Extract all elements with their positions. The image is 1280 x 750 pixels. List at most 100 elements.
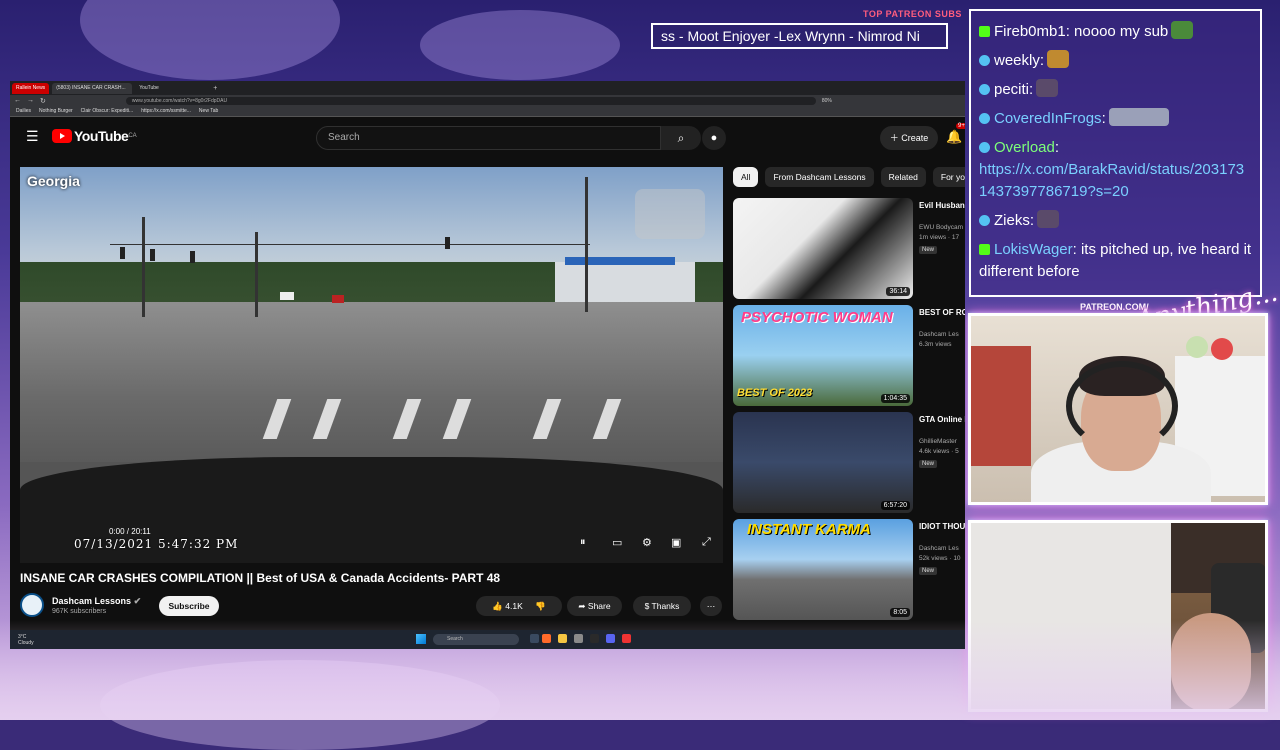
steam-icon[interactable]	[590, 634, 599, 643]
subscribe-button[interactable]: Subscribe	[159, 596, 219, 616]
create-button[interactable]: ＋ Create	[880, 126, 938, 150]
recommended-video[interactable]: PSYCHOTIC WOMAN BEST OF 2023 1:04:35 BES…	[733, 305, 965, 409]
chat-text: : noooo my sub	[1065, 23, 1169, 40]
video-title[interactable]: Evil Husband No Idea 911	[919, 200, 965, 211]
video-thumbnail[interactable]: INSTANT KARMA 8:05	[733, 519, 913, 620]
search-input[interactable]: Search	[316, 126, 661, 150]
taskbar-search[interactable]: Search	[433, 634, 519, 645]
badge-icon	[979, 142, 990, 153]
video-thumbnail[interactable]: 36:14	[733, 198, 913, 299]
pause-icon[interactable]: ⏸	[580, 536, 586, 549]
tab-pinned[interactable]: Rallein News	[12, 82, 50, 94]
microphone-icon[interactable]: ●	[702, 126, 726, 150]
new-tab-icon[interactable]: +	[213, 85, 217, 92]
zoom-level[interactable]: 80%	[822, 98, 832, 104]
bookmark-item[interactable]: Nothing Burger	[39, 108, 73, 114]
subscriber-count: 967K subscribers	[52, 607, 107, 615]
chat-username: peciti	[994, 81, 1030, 98]
channel-info: Dashcam Lessons ✔ 967K subscribers	[20, 593, 141, 617]
url-input[interactable]: www.youtube.com/watch?v=8g0r2FdpDAU	[125, 96, 816, 105]
thanks-icon: $	[644, 601, 650, 611]
traffic-light	[190, 251, 195, 263]
video-views: 6.3m views	[919, 341, 952, 348]
thumbnail-banner: PSYCHOTIC WOMAN	[741, 309, 893, 326]
discord-icon[interactable]	[606, 634, 615, 643]
bookmark-item[interactable]: New Tab	[199, 108, 218, 114]
tab-active[interactable]: (5803) INSANE CAR CRASH...	[52, 82, 133, 94]
video-player[interactable]: Georgia 07/13/2021 5:47:32 PM 0:00 / 20:…	[20, 167, 723, 563]
video-title[interactable]: GTA Online Resident Ev	[919, 414, 965, 425]
thanks-button[interactable]: $ Thanks	[633, 596, 691, 616]
patreon-subs-ticker: ss - Moot Enjoyer -Lex Wrynn - Nimrod Ni	[651, 23, 948, 49]
reload-icon[interactable]: ↻	[40, 97, 46, 105]
video-title[interactable]: BEST OF RO RAGE 2023	[919, 307, 965, 318]
channel-name-text: Dashcam Lessons	[52, 595, 132, 606]
cloud-decoration	[80, 0, 340, 80]
search-icon[interactable]: ⌕	[661, 126, 701, 150]
new-badge: New	[919, 246, 938, 254]
video-channel[interactable]: EWU Bodycam	[919, 224, 965, 231]
bookmark-item[interactable]: https://x.com/ssmitte...	[141, 108, 191, 114]
chat-message: Fireb0mb1: noooo my sub	[979, 21, 1252, 43]
dashcam-timestamp: 07/13/2021 5:47:32 PM	[74, 537, 239, 551]
chat-link[interactable]: https://x.com/BarakRavid/status/20317314…	[979, 161, 1244, 200]
video-channel[interactable]: Dashcam Les	[919, 331, 965, 338]
chip-from-channel[interactable]: From Dashcam Lessons	[765, 167, 874, 187]
chat-message: Zieks:	[979, 210, 1252, 232]
fullscreen-icon[interactable]: ⤢	[702, 536, 711, 549]
video-thumbnail[interactable]: 6:57:20	[733, 412, 913, 513]
weather-widget[interactable]: 3°C Cloudy	[18, 634, 34, 646]
more-actions-icon[interactable]: ⋯	[700, 596, 722, 616]
windows-start-icon[interactable]	[416, 634, 426, 644]
menu-icon[interactable]: ☰	[26, 128, 39, 145]
thumbnail-banner: BEST OF 2023	[737, 387, 813, 399]
youtube-logo[interactable]: YouTube CA	[52, 128, 137, 144]
wizard-emote-icon	[1036, 79, 1059, 97]
youtube-play-icon	[52, 129, 72, 143]
file-explorer-icon[interactable]	[558, 634, 567, 643]
like-button[interactable]: 👍 4.1K	[492, 601, 522, 611]
recommended-video[interactable]: 6:57:20 GTA Online Resident Ev GhillieMa…	[733, 412, 965, 516]
dislike-button[interactable]: 👎	[535, 601, 546, 611]
video-duration: 36:14	[886, 287, 910, 296]
channel-avatar[interactable]	[20, 593, 44, 617]
video-channel[interactable]: GhillieMaster	[919, 438, 965, 445]
task-view-icon[interactable]	[530, 634, 539, 643]
youtube-wordmark: YouTube	[74, 128, 129, 144]
settings-icon[interactable]: ⚙	[642, 536, 652, 549]
video-channel[interactable]: Dashcam Les	[919, 545, 965, 552]
windows-taskbar: 3°C Cloudy Search	[10, 630, 965, 649]
forward-icon[interactable]: →	[27, 97, 34, 104]
video-duration: 8:05	[890, 608, 910, 617]
recommended-video[interactable]: INSTANT KARMA 8:05 IDIOT THOU HE COULD S…	[733, 519, 965, 623]
chip-all[interactable]: All	[733, 167, 759, 187]
video-thumbnail[interactable]: PSYCHOTIC WOMAN BEST OF 2023 1:04:35	[733, 305, 913, 406]
chip-for-you[interactable]: For you	[932, 167, 965, 187]
cloud-decoration	[420, 10, 620, 80]
video-title[interactable]: IDIOT THOU HE COULD S	[919, 521, 965, 532]
theater-mode-icon[interactable]: ▣	[671, 536, 681, 549]
plush-toy	[1186, 336, 1208, 358]
tab-youtube[interactable]: YouTube	[135, 83, 210, 94]
bookmark-item[interactable]: Clair Obscur: Expediti...	[81, 108, 134, 114]
captions-icon[interactable]: ▭	[612, 536, 622, 549]
chip-related[interactable]: Related	[880, 167, 926, 187]
share-icon: ➦	[578, 601, 586, 611]
obs-icon[interactable]	[622, 634, 631, 643]
firefox-icon[interactable]	[542, 634, 551, 643]
notification-count: 9+	[956, 123, 965, 129]
shelf-background	[971, 346, 1031, 466]
signal-wire	[110, 244, 590, 245]
app-icon[interactable]	[574, 634, 583, 643]
chat-text: :	[1054, 139, 1060, 156]
back-icon[interactable]: ←	[14, 97, 21, 104]
traffic-light	[445, 237, 450, 249]
channel-name[interactable]: Dashcam Lessons ✔	[52, 596, 141, 607]
share-button[interactable]: ➦ Share	[567, 596, 622, 616]
badge-icon	[979, 55, 990, 66]
chat-username: Overload	[994, 139, 1055, 156]
bookmark-item[interactable]: Dailies	[16, 108, 31, 114]
notifications-icon[interactable]: 🔔 9+	[946, 123, 965, 145]
chat-panel: Fireb0mb1: noooo my sub weekly: peciti: …	[969, 9, 1262, 297]
recommended-video[interactable]: 36:14 Evil Husband No Idea 911 EWU Bodyc…	[733, 198, 965, 302]
